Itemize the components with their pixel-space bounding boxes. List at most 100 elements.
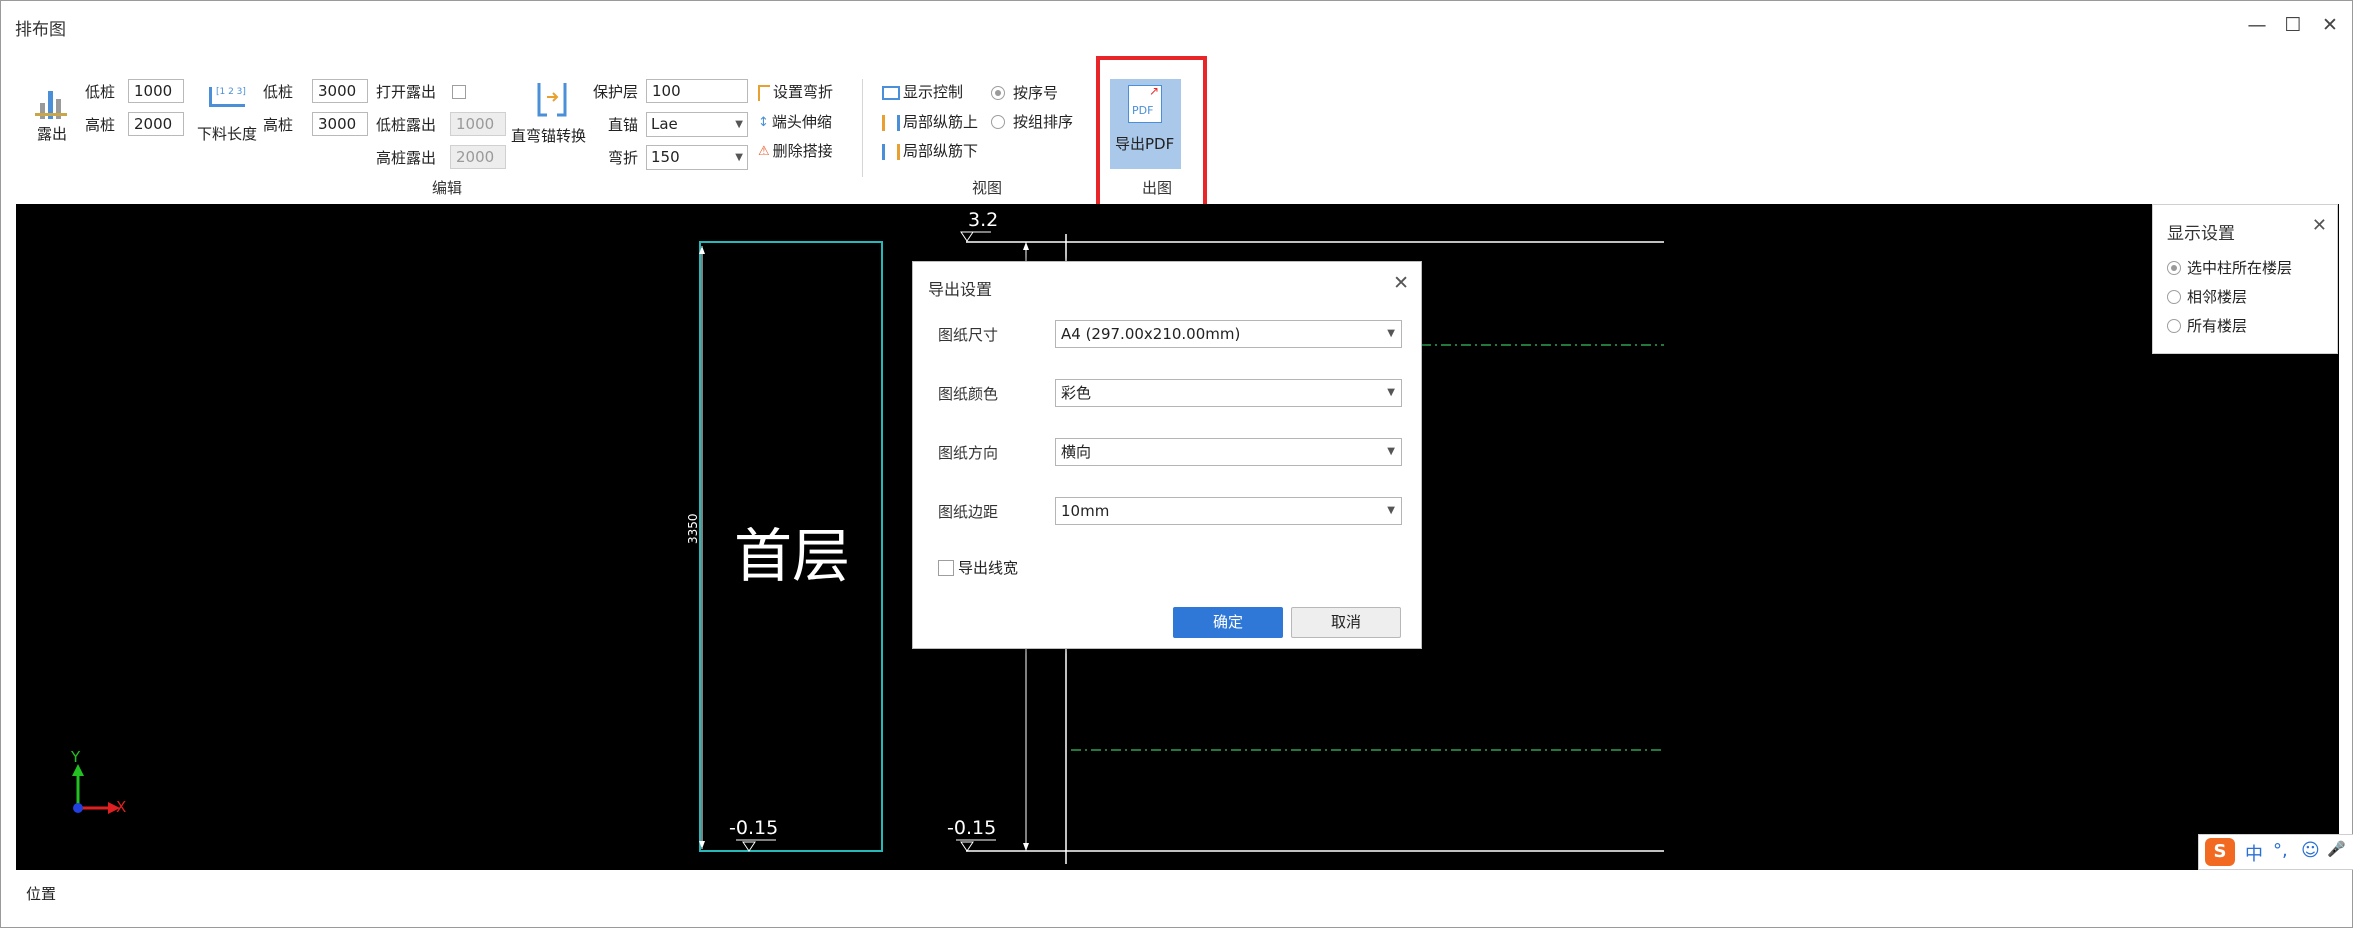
cover-label: 保护层 <box>593 83 639 101</box>
bend-value: 150 <box>651 148 680 166</box>
x-axis-label: X <box>116 798 127 816</box>
export-linewidth-checkbox[interactable] <box>938 560 954 576</box>
set-bend-button[interactable]: 设置弯折 <box>758 81 833 102</box>
ime-voice-icon[interactable]: 🎤 <box>2327 840 2346 858</box>
by-group-label: 按组排序 <box>1013 113 1074 131</box>
panel-option-label: 选中柱所在楼层 <box>2187 259 2293 277</box>
ime-logo-icon: S <box>2205 838 2235 866</box>
elev-left-marker <box>742 841 756 852</box>
delete-lap-icon: ⚠ <box>758 144 770 159</box>
local-up-label: 局部纵筋上 <box>903 113 979 131</box>
display-control-button[interactable]: 显示控制 <box>882 81 963 102</box>
delete-lap-button[interactable]: ⚠ 删除搭接 <box>758 140 833 161</box>
layout-window: 排布图 — ☐ ✕ 露出 低桩 1000 高桩 2000 [1 2 3] 下料长… <box>0 0 2353 928</box>
elev-top-marker <box>960 231 974 242</box>
straight-anchor-value: Lae <box>651 115 678 133</box>
elevation-top-label: 3.2 <box>968 209 999 231</box>
ime-toolbar[interactable]: S 中 °, ☺ 🎤 <box>2198 834 2353 870</box>
low-expose-label: 低桩露出 <box>376 116 437 134</box>
paper-orientation-select[interactable]: 横向 ▼ <box>1055 438 1402 466</box>
expose-icon <box>35 91 67 119</box>
open-expose-label: 打开露出 <box>376 83 437 101</box>
display-settings-panel: 显示设置 ✕ 选中柱所在楼层 相邻楼层 所有楼层 <box>2152 204 2338 354</box>
export-linewidth-row[interactable]: 导出线宽 <box>938 557 1018 578</box>
cut-length-button[interactable]: [1 2 3] 下料长度 <box>197 87 261 151</box>
rebar-up-icon <box>882 114 900 131</box>
convert-anchor-button[interactable]: 直弯锚转换 <box>511 81 591 151</box>
by-order-label: 按序号 <box>1013 84 1059 102</box>
paper-color-select[interactable]: 彩色 ▼ <box>1055 379 1402 407</box>
chevron-down-icon: ▼ <box>735 119 743 130</box>
ok-button[interactable]: 确定 <box>1173 607 1283 638</box>
window-title: 排布图 <box>15 20 66 40</box>
dimension-text: 3350 <box>686 513 700 544</box>
panel-radio[interactable] <box>2167 319 2181 333</box>
panel-option-adjacent-floor[interactable]: 相邻楼层 <box>2167 286 2247 307</box>
chevron-down-icon: ▼ <box>1387 446 1395 457</box>
cut-high-pile-input[interactable]: 3000 <box>312 112 368 136</box>
expose-low-pile-input[interactable]: 1000 <box>128 79 184 103</box>
elevation-bottom-left-label: -0.15 <box>729 817 779 839</box>
panel-option-label: 所有楼层 <box>2187 317 2248 335</box>
expose-button[interactable]: 露出 <box>35 83 69 151</box>
floor-name-label: 首层 <box>734 522 851 590</box>
cut-low-pile-input[interactable]: 3000 <box>312 79 368 103</box>
paper-size-select[interactable]: A4 (297.00x210.00mm) ▼ <box>1055 320 1402 348</box>
right-dim-arrow-bottom <box>1023 843 1029 851</box>
paper-margin-label: 图纸边距 <box>938 503 999 521</box>
maximize-button[interactable]: ☐ <box>2278 11 2308 39</box>
cut-high-pile-label: 高桩 <box>263 116 294 134</box>
ime-punct-icon[interactable]: °, <box>2273 840 2288 861</box>
monitor-icon <box>882 85 900 100</box>
expose-label: 露出 <box>37 125 68 143</box>
cover-input[interactable]: 100 <box>646 79 748 103</box>
end-stretch-label: 端头伸缩 <box>771 113 832 131</box>
dialog-close-icon[interactable]: ✕ <box>1393 272 1409 294</box>
bend-icon <box>758 84 770 101</box>
convert-anchor-label: 直弯锚转换 <box>511 127 587 145</box>
straight-anchor-select[interactable]: Lae ▼ <box>646 112 748 137</box>
paper-orientation-label: 图纸方向 <box>938 444 999 462</box>
edit-group-label: 编辑 <box>432 179 463 197</box>
panel-option-all-floors[interactable]: 所有楼层 <box>2167 315 2247 336</box>
status-position-label: 位置 <box>26 885 57 903</box>
dialog-title: 导出设置 <box>928 280 993 299</box>
rebar-down-icon <box>882 143 900 160</box>
right-dim-arrow-top <box>1023 242 1029 250</box>
local-down-label: 局部纵筋下 <box>903 142 979 160</box>
expose-high-pile-input[interactable]: 2000 <box>128 112 184 136</box>
minimize-button[interactable]: — <box>2242 11 2272 39</box>
export-settings-dialog: 导出设置 ✕ 图纸尺寸 A4 (297.00x210.00mm) ▼ 图纸颜色 彩… <box>912 261 1422 649</box>
bend-select[interactable]: 150 ▼ <box>646 145 748 170</box>
panel-radio[interactable] <box>2167 261 2181 275</box>
display-settings-title: 显示设置 <box>2167 224 2235 244</box>
panel-close-icon[interactable]: ✕ <box>2312 215 2327 236</box>
panel-radio[interactable] <box>2167 290 2181 304</box>
cancel-button[interactable]: 取消 <box>1291 607 1401 638</box>
elev-right-marker <box>960 841 974 852</box>
by-order-radio[interactable] <box>991 86 1005 100</box>
by-group-radio[interactable] <box>991 115 1005 129</box>
high-expose-input[interactable]: 2000 <box>450 145 506 169</box>
delete-lap-label: 删除搭接 <box>772 142 833 160</box>
paper-size-label: 图纸尺寸 <box>938 326 999 344</box>
chevron-down-icon: ▼ <box>735 152 743 163</box>
chevron-down-icon: ▼ <box>1387 387 1395 398</box>
low-expose-input[interactable]: 1000 <box>450 112 506 136</box>
paper-size-value: A4 (297.00x210.00mm) <box>1061 325 1241 343</box>
export-linewidth-label: 导出线宽 <box>958 559 1019 577</box>
paper-margin-select[interactable]: 10mm ▼ <box>1055 497 1402 525</box>
export-highlight-box <box>1096 56 1207 210</box>
expose-high-pile-label: 高桩 <box>85 116 116 134</box>
close-button[interactable]: ✕ <box>2315 11 2345 39</box>
end-stretch-button[interactable]: ↕ 端头伸缩 <box>758 111 832 132</box>
local-down-button[interactable]: 局部纵筋下 <box>882 140 978 161</box>
bend-label: 弯折 <box>608 149 639 167</box>
ime-mode-label[interactable]: 中 <box>2245 840 2263 866</box>
local-up-button[interactable]: 局部纵筋上 <box>882 111 978 132</box>
panel-option-current-floor[interactable]: 选中柱所在楼层 <box>2167 257 2292 278</box>
open-expose-checkbox[interactable] <box>452 85 466 99</box>
high-expose-label: 高桩露出 <box>376 149 437 167</box>
chevron-down-icon: ▼ <box>1387 328 1395 339</box>
ime-emoji-icon[interactable]: ☺ <box>2301 840 2320 861</box>
